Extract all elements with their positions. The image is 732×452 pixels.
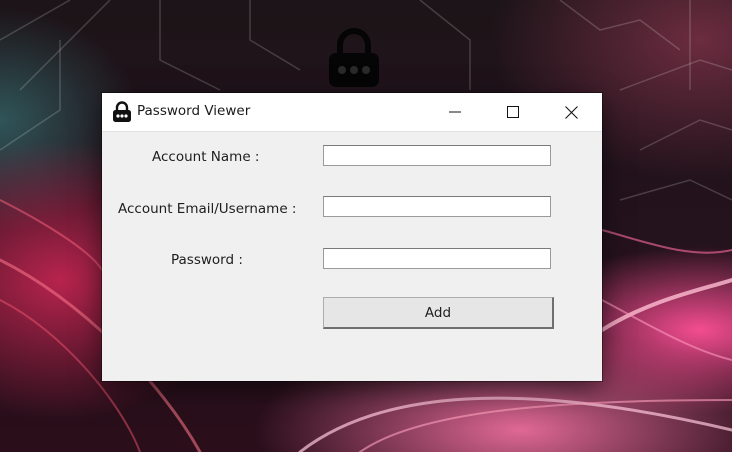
maximize-icon	[507, 106, 519, 118]
add-button[interactable]: Add	[323, 297, 554, 329]
account-name-label: Account Name :	[152, 149, 260, 165]
lock-icon	[113, 101, 131, 122]
window-titlebar[interactable]: Password Viewer	[102, 93, 602, 132]
close-button[interactable]	[542, 93, 600, 131]
desktop-lock-icon	[329, 28, 379, 87]
minimize-button[interactable]	[426, 93, 484, 131]
window-title: Password Viewer	[137, 103, 251, 119]
password-field[interactable]	[323, 248, 551, 269]
minimize-icon	[449, 111, 461, 113]
close-icon	[564, 105, 578, 119]
maximize-button[interactable]	[484, 93, 542, 131]
account-name-field[interactable]	[323, 145, 551, 166]
account-email-label: Account Email/Username :	[118, 201, 297, 217]
password-label: Password :	[171, 252, 243, 268]
password-viewer-window: Password Viewer Account Name : Account E…	[102, 93, 602, 381]
account-email-field[interactable]	[323, 196, 551, 217]
